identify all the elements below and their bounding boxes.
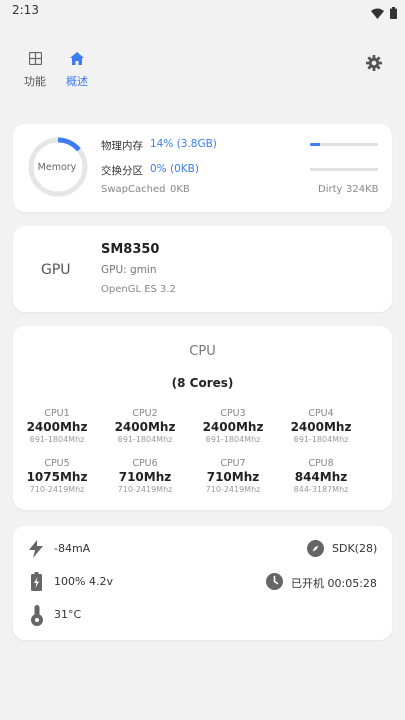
wifi-icon [371, 4, 384, 23]
physical-memory-label: 物理内存 [101, 140, 143, 152]
tab-overview-label: 概述 [66, 75, 88, 88]
cpu-core-name: CPU4 [308, 408, 334, 419]
dirty-label: Dirty [318, 184, 343, 195]
cpu-core-name: CPU5 [44, 458, 70, 469]
cpu-core-name: CPU1 [44, 408, 70, 419]
cpu-core: CPU8 844Mhz 844-3187Mhz [281, 458, 361, 494]
cpu-core: CPU3 2400Mhz 691-1804Mhz [193, 408, 273, 444]
cpu-core-range: 691-1804Mhz [29, 435, 85, 444]
cpu-core: CPU5 1075Mhz 710-2419Mhz [17, 458, 97, 494]
gear-icon [366, 55, 382, 75]
settings-button[interactable] [366, 55, 382, 75]
grid-icon [28, 50, 42, 69]
tab-functions[interactable]: 功能 [15, 50, 55, 89]
compass-icon [307, 540, 324, 561]
status-time: 2:13 [12, 3, 39, 17]
dirty-value: 324KB [346, 184, 379, 195]
home-icon [70, 50, 84, 69]
cpu-core-range: 691-1804Mhz [293, 435, 349, 444]
physical-memory-bar-fill [310, 143, 320, 146]
swap-value: 0% (0KB) [150, 163, 199, 175]
cpu-cores-count: (8 Cores) [171, 376, 234, 390]
thermometer-icon [31, 605, 43, 630]
cpu-core: CPU1 2400Mhz 691-1804Mhz [17, 408, 97, 444]
lightning-icon [29, 540, 43, 562]
swap-label: 交换分区 [101, 165, 143, 177]
physical-memory-value: 14% (3.8GB) [150, 138, 217, 150]
cpu-core-range: 844-3187Mhz [293, 485, 349, 494]
status-icons [371, 4, 397, 23]
cpu-core-freq: 1075Mhz [26, 470, 88, 484]
cpu-core-name: CPU7 [220, 458, 246, 469]
clock-icon [266, 573, 283, 594]
gpu-chip: SM8350 [101, 242, 160, 257]
gpu-opengl: OpenGL ES 3.2 [101, 284, 176, 295]
cpu-title: CPU [189, 344, 216, 359]
cpu-core-range: 710-2419Mhz [117, 485, 173, 494]
battery-value: 100% 4.2v [54, 575, 113, 588]
battery-icon [390, 4, 397, 23]
cpu-core-freq: 844Mhz [294, 470, 348, 484]
cpu-core-freq: 2400Mhz [114, 420, 176, 434]
tab-overview[interactable]: 概述 [57, 50, 97, 89]
cpu-core-name: CPU6 [132, 458, 158, 469]
uptime-value: 已开机 00:05:28 [291, 577, 377, 590]
gpu-name: GPU: gmin [101, 264, 157, 276]
cpu-core-name: CPU2 [132, 408, 158, 419]
swapcached-label: SwapCached [101, 184, 166, 195]
gpu-title: GPU [41, 262, 71, 278]
cpu-core-range: 691-1804Mhz [117, 435, 173, 444]
status-card: -84mA SDK(28) 100% 4.2v 已开机 00:05:28 31°… [13, 526, 392, 640]
cpu-core-name: CPU3 [220, 408, 246, 419]
battery-charging-icon [31, 572, 42, 595]
cpu-core-name: CPU8 [308, 458, 334, 469]
cpu-core-freq: 710Mhz [118, 470, 172, 484]
cpu-core: CPU4 2400Mhz 691-1804Mhz [281, 408, 361, 444]
temperature-value: 31°C [54, 608, 82, 621]
memory-ring-label: Memory [37, 162, 77, 173]
tab-functions-label: 功能 [24, 75, 46, 88]
cpu-core: CPU7 710Mhz 710-2419Mhz [193, 458, 273, 494]
cpu-core-range: 710-2419Mhz [205, 485, 261, 494]
cpu-core-range: 710-2419Mhz [29, 485, 85, 494]
cpu-core: CPU2 2400Mhz 691-1804Mhz [105, 408, 185, 444]
cpu-core-freq: 2400Mhz [290, 420, 352, 434]
cpu-core: CPU6 710Mhz 710-2419Mhz [105, 458, 185, 494]
cpu-core-freq: 2400Mhz [26, 420, 88, 434]
swap-bar [310, 168, 378, 171]
memory-card: Memory 物理内存 14% (3.8GB) 交换分区 0% (0KB) Sw… [13, 124, 392, 212]
current-value: -84mA [54, 542, 91, 555]
swapcached-value: 0KB [170, 184, 190, 195]
physical-memory-bar [310, 143, 378, 146]
sdk-value: SDK(28) [332, 542, 378, 555]
cpu-card: CPU (8 Cores) CPU1 2400Mhz 691-1804Mhz C… [13, 326, 392, 510]
cpu-core-freq: 710Mhz [206, 470, 260, 484]
status-bar: 2:13 [0, 0, 405, 22]
cpu-core-freq: 2400Mhz [202, 420, 264, 434]
cpu-core-range: 691-1804Mhz [205, 435, 261, 444]
gpu-card: GPU SM8350 GPU: gmin OpenGL ES 3.2 [13, 226, 392, 312]
